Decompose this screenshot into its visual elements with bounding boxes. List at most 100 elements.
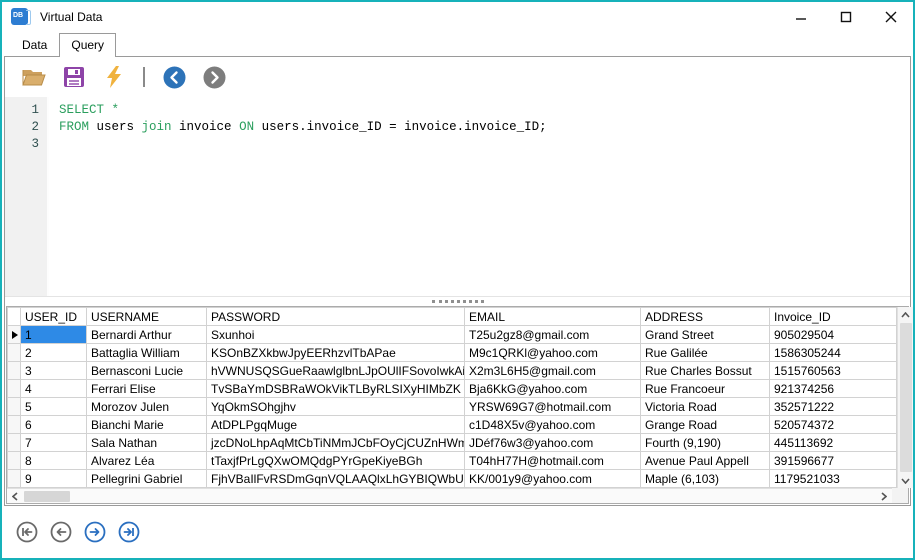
sql-editor[interactable]: 1SELECT *2FROM users join invoice ON use…	[5, 97, 910, 297]
maximize-button[interactable]	[823, 2, 868, 31]
column-header-address[interactable]: ADDRESS	[641, 308, 770, 326]
row-header-corner[interactable]	[8, 308, 21, 326]
grid-cell[interactable]: Avenue Paul Appell	[641, 452, 770, 470]
open-file-button[interactable]	[21, 64, 47, 90]
circle-arrow-right-icon	[203, 66, 226, 89]
grid-cell[interactable]: 6	[21, 416, 87, 434]
minimize-button[interactable]	[778, 2, 823, 31]
horizontal-scrollbar-thumb[interactable]	[24, 491, 70, 502]
grid-cell[interactable]: Sxunhoi	[207, 326, 465, 344]
grid-cell[interactable]: KK/001y9@yahoo.com	[465, 470, 641, 488]
grid-cell[interactable]: KSOnBZXkbwJpyEERhzvlTbAPae	[207, 344, 465, 362]
column-header-username[interactable]: USERNAME	[87, 308, 207, 326]
grid-cell[interactable]: Sala Nathan	[87, 434, 207, 452]
row-selector[interactable]	[8, 434, 21, 452]
grid-cell[interactable]: 4	[21, 380, 87, 398]
vertical-scrollbar[interactable]	[897, 307, 913, 488]
row-selector[interactable]	[8, 380, 21, 398]
grid-cell[interactable]: T25u2gz8@gmail.com	[465, 326, 641, 344]
grid-cell[interactable]: 352571222	[770, 398, 897, 416]
column-header-email[interactable]: EMAIL	[465, 308, 641, 326]
save-query-button[interactable]	[61, 64, 87, 90]
grid-cell[interactable]: 3	[21, 362, 87, 380]
grid-cell[interactable]: Bernardi Arthur	[87, 326, 207, 344]
grid-cell[interactable]: 391596677	[770, 452, 897, 470]
grid-cell[interactable]: Grange Road	[641, 416, 770, 434]
scroll-left-button[interactable]	[7, 489, 23, 504]
grid-cell[interactable]: AtDPLPgqMuge	[207, 416, 465, 434]
grid-cell[interactable]: Pellegrini Gabriel	[87, 470, 207, 488]
grid-cell[interactable]: 5	[21, 398, 87, 416]
code-text[interactable]	[47, 136, 59, 153]
row-selector[interactable]	[8, 326, 21, 344]
grid-cell[interactable]: 8	[21, 452, 87, 470]
column-header-invoice_id[interactable]: Invoice_ID	[770, 308, 897, 326]
grid-cell[interactable]: 2	[21, 344, 87, 362]
code-text[interactable]: SELECT *	[47, 102, 119, 119]
grid-cell[interactable]: T04hH77H@hotmail.com	[465, 452, 641, 470]
back-button[interactable]	[161, 64, 187, 90]
grid-cell[interactable]: 445113692	[770, 434, 897, 452]
grid-cell[interactable]: hVWNUSQSGueRaawlglbnLJpOUlIFSovoIwkAiEa	[207, 362, 465, 380]
tab-data[interactable]: Data	[10, 34, 59, 56]
grid-cell[interactable]: Rue Galilée	[641, 344, 770, 362]
close-button[interactable]	[868, 2, 913, 31]
execute-query-button[interactable]	[101, 64, 127, 90]
row-selector[interactable]	[8, 398, 21, 416]
grid-cell[interactable]: Alvarez Léa	[87, 452, 207, 470]
grid-cell[interactable]: Bianchi Marie	[87, 416, 207, 434]
first-record-button[interactable]	[16, 521, 38, 543]
grid-cell[interactable]: M9c1QRKl@yahoo.com	[465, 344, 641, 362]
table-row: 7Sala NathanjzcDNoLhpAqMtCbTiNMmJCbFOyCj…	[8, 434, 897, 452]
grid-cell[interactable]: X2m3L6H5@gmail.com	[465, 362, 641, 380]
scroll-up-button[interactable]	[898, 307, 914, 322]
grid-cell[interactable]: Fourth (9,190)	[641, 434, 770, 452]
grid-cell[interactable]: YqOkmSOhgjhv	[207, 398, 465, 416]
grid-cell[interactable]: Maple (6,103)	[641, 470, 770, 488]
horizontal-scrollbar[interactable]	[7, 488, 892, 503]
row-selector[interactable]	[8, 344, 21, 362]
grid-cell[interactable]: 1	[21, 326, 87, 344]
grid-cell[interactable]: Bernasconi Lucie	[87, 362, 207, 380]
grid-cell[interactable]: 520574372	[770, 416, 897, 434]
splitter[interactable]	[5, 297, 910, 306]
scroll-right-button[interactable]	[876, 489, 892, 504]
grid-cell[interactable]: JDéf76w3@yahoo.com	[465, 434, 641, 452]
grid-cell[interactable]: YRSW69G7@hotmail.com	[465, 398, 641, 416]
code-text[interactable]: FROM users join invoice ON users.invoice…	[47, 119, 547, 136]
column-header-user_id[interactable]: USER_ID	[21, 308, 87, 326]
grid-cell[interactable]: 1179521033	[770, 470, 897, 488]
grid-cell[interactable]: Rue Charles Bossut	[641, 362, 770, 380]
grid-cell[interactable]: Battaglia William	[87, 344, 207, 362]
row-selector[interactable]	[8, 470, 21, 488]
grid-cell[interactable]: Ferrari Elise	[87, 380, 207, 398]
tab-query[interactable]: Query	[59, 33, 116, 57]
next-record-button[interactable]	[84, 521, 106, 543]
forward-button[interactable]	[201, 64, 227, 90]
grid-cell[interactable]: 1515760563	[770, 362, 897, 380]
previous-record-button[interactable]	[50, 521, 72, 543]
grid-cell[interactable]: 9	[21, 470, 87, 488]
grid-cell[interactable]: Rue Francoeur	[641, 380, 770, 398]
grid-cell[interactable]: TvSBaYmDSBRaWOkVikTLByRLSIXyHIMbZK	[207, 380, 465, 398]
grid-cell[interactable]: Morozov Julen	[87, 398, 207, 416]
grid-cell[interactable]: 1586305244	[770, 344, 897, 362]
grid-cell[interactable]: Victoria Road	[641, 398, 770, 416]
last-record-button[interactable]	[118, 521, 140, 543]
grid-cell[interactable]: 7	[21, 434, 87, 452]
grid-cell[interactable]: c1D48X5v@yahoo.com	[465, 416, 641, 434]
folder-open-icon	[21, 66, 47, 88]
row-selector[interactable]	[8, 452, 21, 470]
grid-cell[interactable]: jzcDNoLhpAqMtCbTiNMmJCbFOyCjCUZnHWmTNsW	[207, 434, 465, 452]
scroll-down-button[interactable]	[898, 473, 914, 488]
grid-cell[interactable]: 905029504	[770, 326, 897, 344]
grid-cell[interactable]: tTaxjfPrLgQXwOMQdgPYrGpeKiyeBGh	[207, 452, 465, 470]
grid-cell[interactable]: Grand Street	[641, 326, 770, 344]
row-selector[interactable]	[8, 416, 21, 434]
grid-cell[interactable]: FjhVBaIlFvRSDmGqnVQLAAQlxLhGYBIQWbU	[207, 470, 465, 488]
grid-cell[interactable]: 921374256	[770, 380, 897, 398]
vertical-scrollbar-thumb[interactable]	[900, 323, 912, 472]
grid-cell[interactable]: Bja6KkG@yahoo.com	[465, 380, 641, 398]
column-header-password[interactable]: PASSWORD	[207, 308, 465, 326]
row-selector[interactable]	[8, 362, 21, 380]
